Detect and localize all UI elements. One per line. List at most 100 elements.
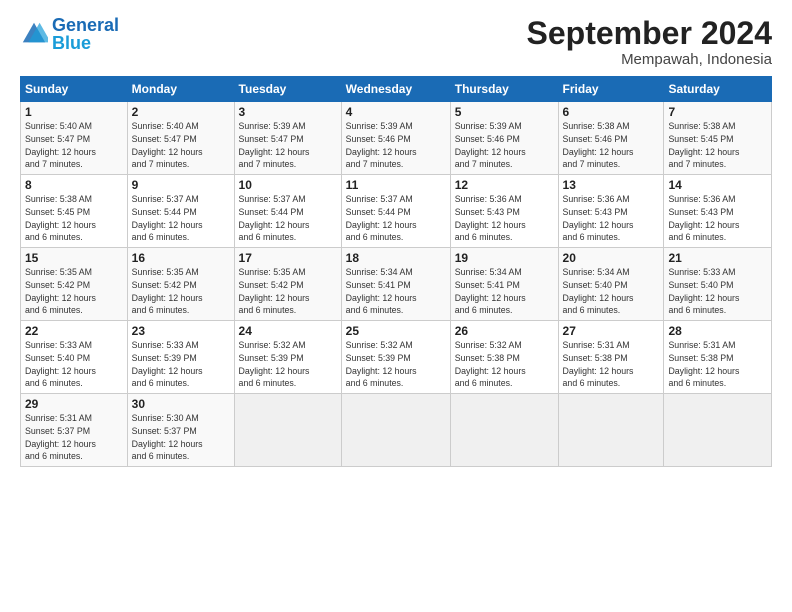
day-info: Sunrise: 5:30 AM Sunset: 5:37 PM Dayligh… [132,412,230,463]
day-number: 6 [563,105,660,119]
calendar-cell: 15Sunrise: 5:35 AM Sunset: 5:42 PM Dayli… [21,248,128,321]
logo-general: General [52,15,119,35]
day-number: 29 [25,397,123,411]
day-info: Sunrise: 5:32 AM Sunset: 5:38 PM Dayligh… [455,339,554,390]
day-number: 10 [239,178,337,192]
day-number: 13 [563,178,660,192]
calendar-cell: 22Sunrise: 5:33 AM Sunset: 5:40 PM Dayli… [21,321,128,394]
day-number: 16 [132,251,230,265]
day-number: 23 [132,324,230,338]
day-info: Sunrise: 5:35 AM Sunset: 5:42 PM Dayligh… [25,266,123,317]
day-info: Sunrise: 5:35 AM Sunset: 5:42 PM Dayligh… [239,266,337,317]
calendar-cell: 14Sunrise: 5:36 AM Sunset: 5:43 PM Dayli… [664,175,772,248]
calendar-cell: 17Sunrise: 5:35 AM Sunset: 5:42 PM Dayli… [234,248,341,321]
calendar-cell: 12Sunrise: 5:36 AM Sunset: 5:43 PM Dayli… [450,175,558,248]
day-number: 11 [346,178,446,192]
day-info: Sunrise: 5:37 AM Sunset: 5:44 PM Dayligh… [132,193,230,244]
day-info: Sunrise: 5:37 AM Sunset: 5:44 PM Dayligh… [239,193,337,244]
day-number: 15 [25,251,123,265]
calendar-cell: 3Sunrise: 5:39 AM Sunset: 5:47 PM Daylig… [234,102,341,175]
col-header-wednesday: Wednesday [341,77,450,102]
calendar-week-2: 8Sunrise: 5:38 AM Sunset: 5:45 PM Daylig… [21,175,772,248]
calendar-week-4: 22Sunrise: 5:33 AM Sunset: 5:40 PM Dayli… [21,321,772,394]
logo: General Blue [20,16,119,52]
logo-icon [20,20,48,48]
calendar-cell: 30Sunrise: 5:30 AM Sunset: 5:37 PM Dayli… [127,394,234,467]
calendar-week-1: 1Sunrise: 5:40 AM Sunset: 5:47 PM Daylig… [21,102,772,175]
calendar-cell: 9Sunrise: 5:37 AM Sunset: 5:44 PM Daylig… [127,175,234,248]
calendar-cell: 2Sunrise: 5:40 AM Sunset: 5:47 PM Daylig… [127,102,234,175]
title-block: September 2024 Mempawah, Indonesia [527,16,772,68]
calendar-cell [234,394,341,467]
calendar-cell: 19Sunrise: 5:34 AM Sunset: 5:41 PM Dayli… [450,248,558,321]
day-info: Sunrise: 5:37 AM Sunset: 5:44 PM Dayligh… [346,193,446,244]
calendar-cell: 29Sunrise: 5:31 AM Sunset: 5:37 PM Dayli… [21,394,128,467]
calendar-cell [664,394,772,467]
day-info: Sunrise: 5:32 AM Sunset: 5:39 PM Dayligh… [346,339,446,390]
day-info: Sunrise: 5:38 AM Sunset: 5:45 PM Dayligh… [668,120,767,171]
day-info: Sunrise: 5:38 AM Sunset: 5:45 PM Dayligh… [25,193,123,244]
day-number: 1 [25,105,123,119]
day-info: Sunrise: 5:33 AM Sunset: 5:40 PM Dayligh… [25,339,123,390]
day-number: 3 [239,105,337,119]
day-number: 18 [346,251,446,265]
day-info: Sunrise: 5:31 AM Sunset: 5:37 PM Dayligh… [25,412,123,463]
calendar-cell: 25Sunrise: 5:32 AM Sunset: 5:39 PM Dayli… [341,321,450,394]
col-header-tuesday: Tuesday [234,77,341,102]
day-info: Sunrise: 5:33 AM Sunset: 5:40 PM Dayligh… [668,266,767,317]
calendar-cell: 10Sunrise: 5:37 AM Sunset: 5:44 PM Dayli… [234,175,341,248]
calendar-cell: 5Sunrise: 5:39 AM Sunset: 5:46 PM Daylig… [450,102,558,175]
page: General Blue September 2024 Mempawah, In… [0,0,792,612]
calendar-cell [558,394,664,467]
col-header-saturday: Saturday [664,77,772,102]
logo-blue: Blue [52,33,91,53]
calendar-week-5: 29Sunrise: 5:31 AM Sunset: 5:37 PM Dayli… [21,394,772,467]
calendar-cell: 24Sunrise: 5:32 AM Sunset: 5:39 PM Dayli… [234,321,341,394]
month-title: September 2024 [527,16,772,51]
day-number: 12 [455,178,554,192]
day-number: 21 [668,251,767,265]
calendar-cell: 20Sunrise: 5:34 AM Sunset: 5:40 PM Dayli… [558,248,664,321]
day-number: 9 [132,178,230,192]
day-info: Sunrise: 5:31 AM Sunset: 5:38 PM Dayligh… [668,339,767,390]
day-number: 28 [668,324,767,338]
col-header-thursday: Thursday [450,77,558,102]
day-info: Sunrise: 5:35 AM Sunset: 5:42 PM Dayligh… [132,266,230,317]
day-info: Sunrise: 5:40 AM Sunset: 5:47 PM Dayligh… [25,120,123,171]
header: General Blue September 2024 Mempawah, In… [20,16,772,68]
day-number: 20 [563,251,660,265]
day-number: 30 [132,397,230,411]
day-info: Sunrise: 5:39 AM Sunset: 5:46 PM Dayligh… [346,120,446,171]
day-info: Sunrise: 5:33 AM Sunset: 5:39 PM Dayligh… [132,339,230,390]
day-info: Sunrise: 5:40 AM Sunset: 5:47 PM Dayligh… [132,120,230,171]
calendar-cell: 8Sunrise: 5:38 AM Sunset: 5:45 PM Daylig… [21,175,128,248]
calendar-cell: 23Sunrise: 5:33 AM Sunset: 5:39 PM Dayli… [127,321,234,394]
day-number: 25 [346,324,446,338]
day-number: 17 [239,251,337,265]
day-number: 4 [346,105,446,119]
calendar-cell: 21Sunrise: 5:33 AM Sunset: 5:40 PM Dayli… [664,248,772,321]
day-info: Sunrise: 5:34 AM Sunset: 5:41 PM Dayligh… [346,266,446,317]
calendar-cell [450,394,558,467]
day-number: 27 [563,324,660,338]
calendar-cell: 4Sunrise: 5:39 AM Sunset: 5:46 PM Daylig… [341,102,450,175]
day-number: 19 [455,251,554,265]
col-header-friday: Friday [558,77,664,102]
calendar-cell: 6Sunrise: 5:38 AM Sunset: 5:46 PM Daylig… [558,102,664,175]
day-info: Sunrise: 5:31 AM Sunset: 5:38 PM Dayligh… [563,339,660,390]
day-info: Sunrise: 5:32 AM Sunset: 5:39 PM Dayligh… [239,339,337,390]
calendar-header-row: SundayMondayTuesdayWednesdayThursdayFrid… [21,77,772,102]
calendar-cell: 13Sunrise: 5:36 AM Sunset: 5:43 PM Dayli… [558,175,664,248]
day-info: Sunrise: 5:39 AM Sunset: 5:46 PM Dayligh… [455,120,554,171]
calendar-cell: 11Sunrise: 5:37 AM Sunset: 5:44 PM Dayli… [341,175,450,248]
calendar-cell: 7Sunrise: 5:38 AM Sunset: 5:45 PM Daylig… [664,102,772,175]
location: Mempawah, Indonesia [527,51,772,68]
day-number: 2 [132,105,230,119]
calendar-cell [341,394,450,467]
day-info: Sunrise: 5:38 AM Sunset: 5:46 PM Dayligh… [563,120,660,171]
col-header-sunday: Sunday [21,77,128,102]
day-info: Sunrise: 5:36 AM Sunset: 5:43 PM Dayligh… [668,193,767,244]
calendar-cell: 18Sunrise: 5:34 AM Sunset: 5:41 PM Dayli… [341,248,450,321]
day-number: 14 [668,178,767,192]
day-info: Sunrise: 5:34 AM Sunset: 5:40 PM Dayligh… [563,266,660,317]
